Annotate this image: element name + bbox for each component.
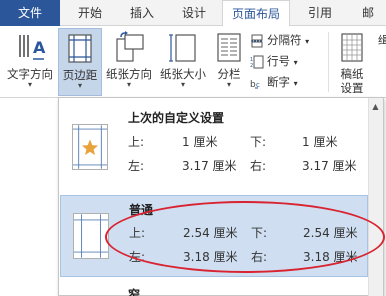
margin-option-narrow[interactable]: 窄 bbox=[60, 284, 368, 296]
draft-paper-icon bbox=[341, 33, 363, 62]
svg-text:A: A bbox=[33, 38, 46, 57]
margins-icon bbox=[68, 34, 92, 63]
hyphenation-icon: b c bbox=[250, 80, 260, 90]
line-numbers-icon: 1 2 bbox=[250, 55, 264, 69]
left-value: 3.17 厘米 bbox=[182, 159, 237, 173]
gallery-scrollbar[interactable]: ▲ bbox=[368, 98, 383, 296]
text-direction-button[interactable]: A 文字方向 ▾ bbox=[2, 28, 58, 96]
breaks-button[interactable]: 分隔符 ▾ bbox=[250, 30, 309, 50]
normal-margins-thumbnail-icon bbox=[73, 213, 109, 259]
top-label: 上: bbox=[128, 135, 145, 149]
chevron-down-icon: ▾ bbox=[305, 37, 310, 46]
page-size-icon bbox=[169, 34, 196, 62]
tab-mailings[interactable]: 邮 bbox=[350, 0, 386, 26]
svg-text:2: 2 bbox=[250, 63, 253, 69]
option-title: 窄 bbox=[128, 288, 141, 296]
margin-option-last-custom[interactable]: 上次的自定义设置 上: 1 厘米 下: 1 厘米 左: 3.17 厘米 右: 3… bbox=[60, 100, 368, 188]
ribbon-page-setup-group: A 文字方向 ▾ 页边距 ▾ 纸张方向 ▾ 纸张大小 ▾ 分栏 ▾ 分隔符 ▾ … bbox=[0, 26, 386, 98]
chevron-down-icon: ▾ bbox=[293, 58, 298, 67]
tab-file[interactable]: 文件 bbox=[0, 0, 60, 26]
bottom-value: 1 厘米 bbox=[302, 135, 338, 149]
chevron-down-icon: ▾ bbox=[226, 80, 231, 89]
orientation-button[interactable]: 纸张方向 ▾ bbox=[104, 28, 154, 96]
hyphenation-button[interactable]: b c 断字 ▾ bbox=[250, 72, 298, 92]
right-label: 右: bbox=[250, 159, 267, 173]
line-numbers-label: 行号 bbox=[267, 54, 290, 68]
ribbon-tab-bar: 文件 开始 插入 设计 页面布局 引用 邮 bbox=[0, 0, 386, 27]
page-size-button[interactable]: 纸张大小 ▾ bbox=[156, 28, 210, 96]
breaks-icon bbox=[251, 34, 263, 47]
tab-references[interactable]: 引用 bbox=[296, 0, 344, 26]
last-custom-thumbnail-icon bbox=[72, 124, 108, 170]
chevron-down-icon: ▾ bbox=[126, 80, 131, 89]
tab-home[interactable]: 开始 bbox=[66, 0, 114, 26]
margins-button[interactable]: 页边距 ▾ bbox=[58, 28, 102, 96]
columns-button[interactable]: 分栏 ▾ bbox=[212, 28, 246, 96]
chevron-down-icon: ▾ bbox=[293, 79, 298, 88]
ribbon-separator bbox=[328, 32, 329, 92]
scroll-up-icon[interactable]: ▲ bbox=[370, 101, 381, 112]
bottom-label: 下: bbox=[250, 135, 267, 149]
annotation-ellipse bbox=[105, 201, 385, 273]
orientation-icon bbox=[116, 31, 144, 62]
tab-insert[interactable]: 插入 bbox=[118, 0, 166, 26]
chevron-down-icon: ▾ bbox=[27, 80, 32, 89]
tab-page-layout[interactable]: 页面布局 bbox=[222, 0, 290, 27]
ribbon-overflow-label: 缉 bbox=[378, 34, 386, 47]
columns-icon bbox=[217, 33, 241, 62]
chevron-down-icon: ▾ bbox=[180, 80, 185, 89]
text-direction-icon: A bbox=[19, 35, 46, 60]
top-value: 1 厘米 bbox=[182, 135, 218, 149]
hyphenation-label: 断字 bbox=[267, 75, 290, 89]
option-title: 上次的自定义设置 bbox=[128, 111, 225, 125]
chevron-down-icon: ▾ bbox=[77, 81, 82, 90]
line-numbers-button[interactable]: 1 2 行号 ▾ bbox=[250, 51, 298, 71]
right-value: 3.17 厘米 bbox=[302, 159, 357, 173]
tab-design[interactable]: 设计 bbox=[170, 0, 218, 26]
draft-paper-label-line2: 设置 bbox=[340, 81, 364, 95]
left-label: 左: bbox=[128, 159, 145, 173]
breaks-label: 分隔符 bbox=[267, 33, 302, 47]
draft-paper-settings-button[interactable]: 稿纸 设置 bbox=[332, 28, 372, 96]
